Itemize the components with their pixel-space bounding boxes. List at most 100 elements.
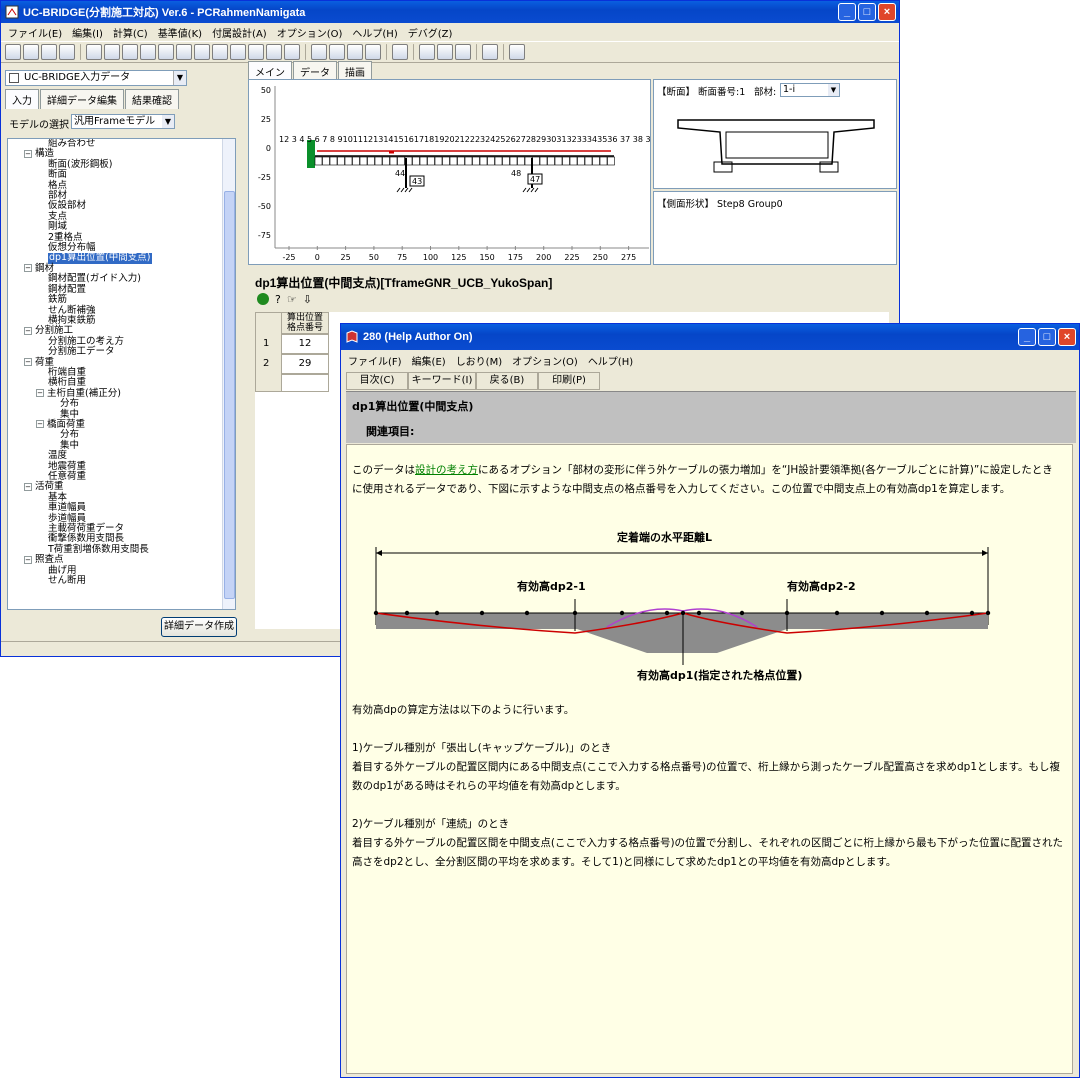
table-row[interactable]: 2 29 xyxy=(255,354,329,374)
design-concept-link[interactable]: 設計の考え方 xyxy=(415,464,478,476)
toolbar-button-icon[interactable] xyxy=(482,44,498,60)
collapse-icon[interactable]: − xyxy=(24,326,32,335)
tree-item[interactable]: 断面(波形鋼板) xyxy=(10,159,235,170)
toolbar-button-icon[interactable] xyxy=(230,44,246,60)
tab-draw[interactable]: 描画 xyxy=(338,61,372,81)
menu-item[interactable]: 編集(I) xyxy=(67,25,108,40)
help-menu-item[interactable]: ファイル(F) xyxy=(343,353,407,368)
maximize-button[interactable]: □ xyxy=(858,3,876,21)
chevron-down-icon[interactable]: ▼ xyxy=(173,71,186,85)
help-menu-item[interactable]: しおり(M) xyxy=(451,353,507,368)
menu-item[interactable]: 基準値(K) xyxy=(153,25,207,40)
print-button[interactable]: 印刷(P) xyxy=(538,372,600,390)
help-icon[interactable]: ? xyxy=(275,293,281,306)
toolbar-button-icon[interactable] xyxy=(329,44,345,60)
collapse-icon[interactable]: − xyxy=(24,358,32,367)
back-button[interactable]: 戻る(B) xyxy=(476,372,538,390)
tree-item[interactable]: 部材 xyxy=(10,190,235,201)
toolbar-button-icon[interactable] xyxy=(347,44,363,60)
contents-button[interactable]: 目次(C) xyxy=(346,372,408,390)
tree-item[interactable]: 断面 xyxy=(10,170,235,180)
tree-item[interactable]: − 荷重 xyxy=(10,357,235,368)
toolbar-button-icon[interactable] xyxy=(455,44,471,60)
toolbar-button-icon[interactable] xyxy=(437,44,453,60)
toolbar-button-icon[interactable] xyxy=(248,44,264,60)
toolbar-button-icon[interactable] xyxy=(212,44,228,60)
toolbar-button-icon[interactable] xyxy=(23,44,39,60)
main-titlebar[interactable]: UC-BRIDGE(分割施工対応) Ver.6 - PCRahmenNamiga… xyxy=(1,1,899,23)
toolbar-button-icon[interactable] xyxy=(86,44,102,60)
tree-item[interactable]: − 照査点 xyxy=(10,555,235,565)
menu-item[interactable]: ファイル(E) xyxy=(3,25,67,40)
toolbar-button-icon[interactable] xyxy=(311,44,327,60)
toolbar-button-icon[interactable] xyxy=(104,44,120,60)
table-empty-cell[interactable] xyxy=(281,374,329,392)
tree-item[interactable]: せん断補強 xyxy=(10,305,235,316)
tab-main[interactable]: メイン xyxy=(248,61,292,81)
toolbar-button-icon[interactable] xyxy=(41,44,57,60)
menu-item[interactable]: 計算(C) xyxy=(108,25,153,40)
frame-graph[interactable]: 50 25 0 -25 -50 -75 -25 0 25 50 75 100 125 150 175 200… xyxy=(248,79,651,265)
tree-item[interactable]: 地震荷重 xyxy=(10,461,235,472)
tree-item[interactable]: − 橋面荷重 xyxy=(10,419,235,430)
tree-item[interactable]: 2重格点 xyxy=(10,232,235,243)
toolbar-button-icon[interactable] xyxy=(419,44,435,60)
tree-item[interactable]: 鋼材配置(ガイド入力) xyxy=(10,274,235,284)
tree-item[interactable]: 格点 xyxy=(10,180,235,191)
tree-item[interactable]: 温度 xyxy=(10,450,235,461)
tree-item[interactable]: 剛域 xyxy=(10,222,235,232)
minimize-button[interactable]: _ xyxy=(1018,328,1036,346)
toolbar-button-icon[interactable] xyxy=(194,44,210,60)
tree-item[interactable]: − 構造 xyxy=(10,149,235,159)
tree-item[interactable]: 分割施工の考え方 xyxy=(10,336,235,347)
menu-item[interactable]: オプション(O) xyxy=(272,25,348,40)
help-menu-item[interactable]: オプション(O) xyxy=(507,353,583,368)
toolbar-button-icon[interactable] xyxy=(509,44,525,60)
tree-item[interactable]: 集中 xyxy=(10,440,235,451)
toolbar-button-icon[interactable] xyxy=(266,44,282,60)
collapse-icon[interactable]: − xyxy=(24,264,32,273)
menu-item[interactable]: ヘルプ(H) xyxy=(347,25,402,40)
tree-item[interactable]: 集中 xyxy=(10,409,235,420)
pointer-icon[interactable]: ☞ xyxy=(287,293,297,306)
help-menu-item[interactable]: 編集(E) xyxy=(407,353,451,368)
menu-item[interactable]: デバグ(Z) xyxy=(403,25,458,40)
tree-item[interactable]: 車道幅員 xyxy=(10,503,235,513)
collapse-icon[interactable]: − xyxy=(24,149,32,158)
tree-item[interactable]: 曲げ用 xyxy=(10,565,235,576)
row-value[interactable]: 29 xyxy=(281,354,329,374)
tab-input[interactable]: 入力 xyxy=(5,89,39,109)
tree-item[interactable]: 横桁自重 xyxy=(10,378,235,388)
tab-result-check[interactable]: 結果確認 xyxy=(125,89,179,109)
close-button[interactable]: × xyxy=(1058,328,1076,346)
collapse-icon[interactable]: − xyxy=(36,420,44,429)
tree-item[interactable]: 支点 xyxy=(10,211,235,222)
collapse-icon[interactable]: − xyxy=(36,389,44,398)
keyword-button[interactable]: キーワード(I) xyxy=(408,372,476,390)
toolbar-button-icon[interactable] xyxy=(122,44,138,60)
tree-item[interactable]: − 活荷重 xyxy=(10,482,235,492)
collapse-icon[interactable]: − xyxy=(24,482,32,491)
tree-item[interactable]: 仮設部材 xyxy=(10,201,235,211)
tree-item[interactable]: せん断用 xyxy=(10,575,235,586)
tree-item[interactable]: 鋼材配置 xyxy=(10,284,235,295)
tree-item[interactable]: 桁端自重 xyxy=(10,367,235,378)
tree-item[interactable]: 基本 xyxy=(10,492,235,503)
model-select[interactable]: 汎用Frameモデル ▼ xyxy=(71,114,175,129)
toolbar-button-icon[interactable] xyxy=(59,44,75,60)
data-select[interactable]: UC-BRIDGE入力データ ▼ xyxy=(5,70,187,86)
toolbar-button-icon[interactable] xyxy=(140,44,156,60)
help-menu-item[interactable]: ヘルプ(H) xyxy=(583,353,638,368)
maximize-button[interactable]: □ xyxy=(1038,328,1056,346)
tree-item[interactable]: − 主桁自重(補正分) xyxy=(10,388,235,399)
chevron-down-icon[interactable]: ▼ xyxy=(162,115,174,128)
table-row[interactable]: 1 12 xyxy=(255,334,329,354)
tree-item[interactable]: 分布 xyxy=(10,430,235,440)
toolbar-button-icon[interactable] xyxy=(284,44,300,60)
close-button[interactable]: × xyxy=(878,3,896,21)
help-titlebar[interactable]: 280 (Help Author On) _ □ × xyxy=(341,324,1079,350)
toolbar-button-icon[interactable] xyxy=(5,44,21,60)
menu-item[interactable]: 付属設計(A) xyxy=(207,25,272,40)
toolbar-button-icon[interactable] xyxy=(392,44,408,60)
detail-data-create-button[interactable]: 詳細データ作成 xyxy=(161,617,237,637)
